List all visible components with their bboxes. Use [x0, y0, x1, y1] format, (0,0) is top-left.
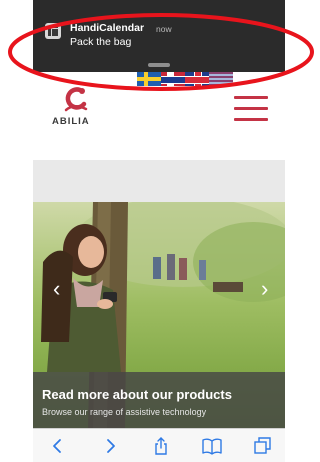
- share-icon[interactable]: [150, 436, 172, 456]
- notification-app-name: HandiCalendar: [70, 22, 145, 34]
- flag-us-icon[interactable]: [209, 72, 233, 86]
- hero-slider[interactable]: ‹ › Read more about our products Browse …: [33, 202, 285, 428]
- abilia-logo-mark-icon: [64, 87, 88, 112]
- forward-icon[interactable]: [99, 436, 121, 456]
- browser-toolbar: [33, 428, 285, 462]
- chevron-right-icon[interactable]: ›: [261, 278, 268, 300]
- grey-band: [33, 160, 285, 202]
- handicalendar-app-icon: [45, 23, 61, 39]
- flag-sweden-icon[interactable]: [137, 72, 161, 86]
- notification-drag-handle[interactable]: [148, 63, 170, 67]
- hero-caption[interactable]: Read more about our products Browse our …: [33, 372, 285, 428]
- chevron-left-icon[interactable]: ‹: [53, 278, 60, 300]
- abilia-logo[interactable]: ABILIA: [52, 85, 102, 131]
- notification-message: Pack the bag: [70, 36, 132, 48]
- logo-text: ABILIA: [52, 116, 90, 127]
- hero-subtitle: Browse our range of assistive technology: [42, 407, 207, 417]
- flag-norway-icon[interactable]: [161, 72, 185, 86]
- back-icon[interactable]: [47, 436, 69, 456]
- hamburger-menu-icon[interactable]: [234, 96, 268, 122]
- hero-title: Read more about our products: [42, 387, 232, 402]
- notification-time: now: [156, 24, 172, 34]
- phone-screen: HandiCalendar now Pack the bag ABILIA ‹ …: [33, 0, 285, 462]
- tabs-icon[interactable]: [252, 436, 274, 456]
- bookmarks-icon[interactable]: [201, 436, 223, 456]
- language-selector: [137, 72, 233, 86]
- notification-banner[interactable]: HandiCalendar now Pack the bag: [33, 0, 285, 72]
- site-header: ABILIA: [33, 72, 285, 160]
- flag-uk-icon[interactable]: [185, 72, 209, 86]
